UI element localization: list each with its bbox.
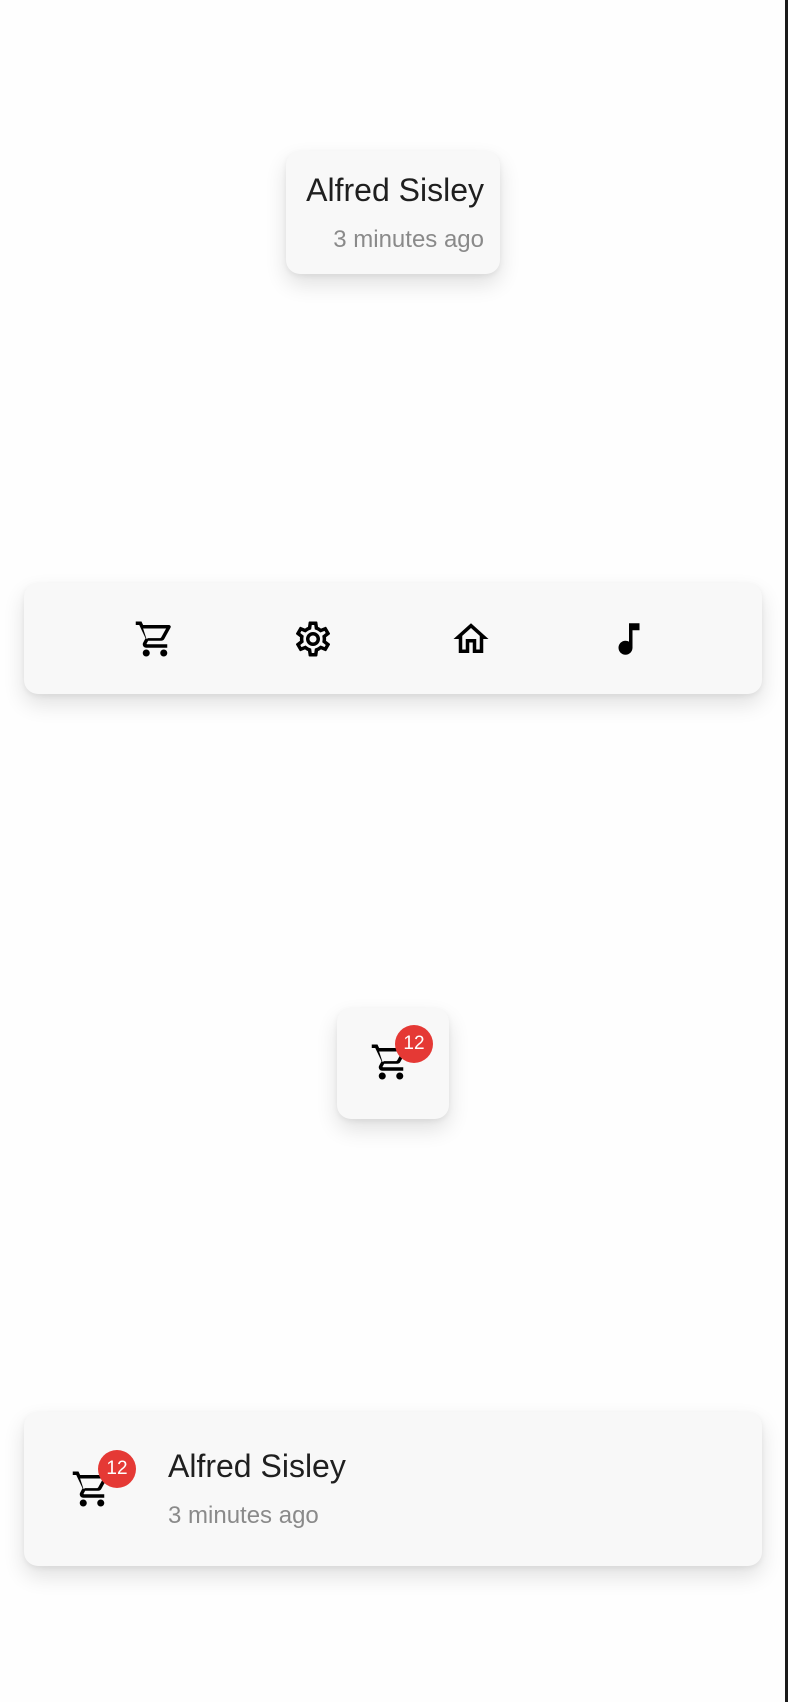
notification-badge: 12 [98,1450,136,1488]
gear-icon[interactable] [292,618,334,660]
notification-badge: 12 [395,1025,433,1063]
profile-time: 3 minutes ago [333,226,484,253]
list-item-time: 3 minutes ago [168,1502,319,1529]
profile-name: Alfred Sisley [306,172,484,208]
cart-button[interactable]: 12 [337,1008,449,1119]
home-icon[interactable] [450,618,492,660]
list-item-name: Alfred Sisley [168,1448,346,1484]
notification-list-item[interactable]: 12 Alfred Sisley 3 minutes ago [24,1412,762,1566]
cart-icon[interactable] [134,618,176,660]
icon-bar [24,583,762,694]
music-note-icon[interactable] [608,618,650,660]
profile-card[interactable]: Alfred Sisley 3 minutes ago [286,151,500,274]
